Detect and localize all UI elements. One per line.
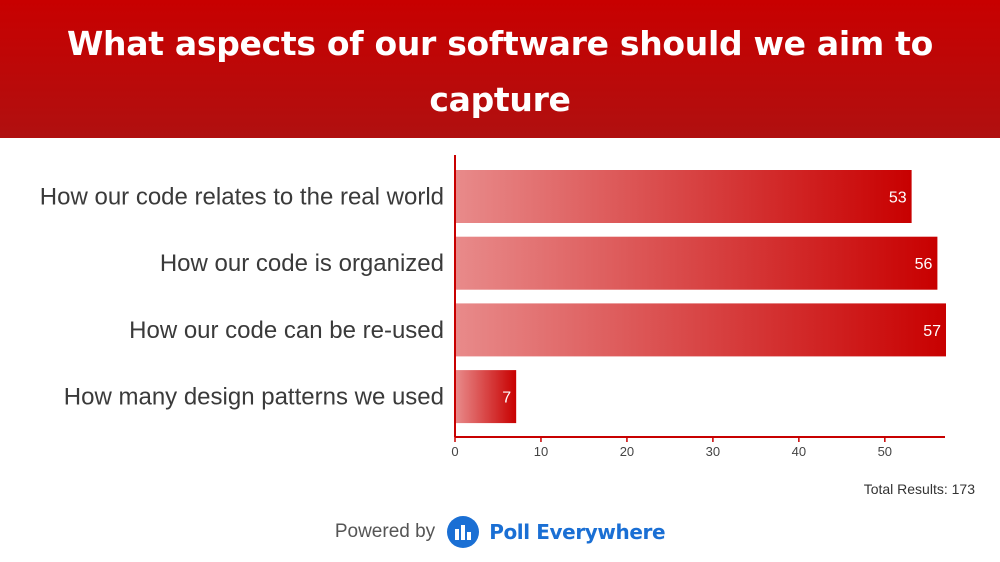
bar-value-label: 56	[915, 256, 933, 273]
x-tick-label: 0	[451, 444, 458, 459]
x-tick-label: 50	[878, 444, 892, 459]
x-tick-label: 40	[792, 444, 806, 459]
category-label: How our code relates to the real world	[40, 184, 444, 211]
bar-chart: 53 How our code relates to the real world…	[40, 155, 946, 459]
category-label: How our code is organized	[160, 250, 444, 277]
bar	[456, 236, 938, 290]
powered-by-label: Powered by	[334, 521, 436, 542]
x-tick-label: 30	[706, 444, 720, 459]
bar	[456, 170, 912, 223]
bar	[456, 303, 946, 357]
category-label: How many design patterns we used	[64, 384, 444, 411]
bars-layer: 53 How our code relates to the real world…	[40, 170, 946, 424]
bar-value-label: 7	[502, 390, 511, 407]
poll-everywhere-logo-icon	[447, 516, 480, 548]
total-results: Total Results: 173	[863, 481, 975, 497]
x-tick-label: 10	[534, 444, 548, 459]
footer: Powered by Poll Everywhere	[0, 514, 1000, 550]
brand-name: Poll Everywhere	[489, 520, 666, 544]
x-tick-label: 20	[620, 444, 634, 459]
bar-value-label: 53	[889, 190, 907, 207]
category-label: How our code can be re-used	[129, 317, 444, 344]
bar-value-label: 57	[923, 323, 941, 340]
